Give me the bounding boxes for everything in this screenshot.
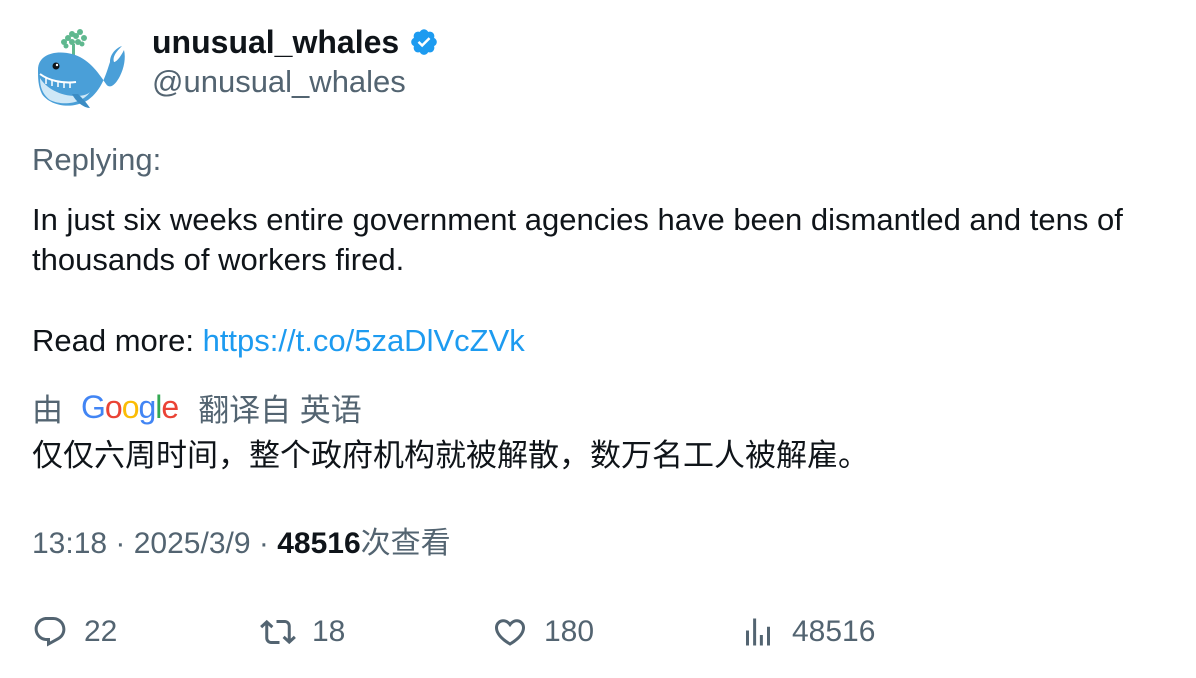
analytics-icon	[746, 618, 770, 646]
read-more-line: Read more: https://t.co/5zaDlVcZVk	[32, 321, 525, 361]
tweet-time[interactable]: 13:18	[32, 527, 107, 560]
whale-icon	[38, 29, 125, 108]
retweet-button[interactable]: 18	[260, 608, 345, 656]
tweet-card: unusual_whales @unusual_whales Replying:…	[0, 0, 1196, 678]
reply-count: 22	[84, 615, 118, 648]
display-name[interactable]: unusual_whales	[152, 22, 399, 62]
meta-separator: ·	[250, 527, 278, 560]
read-more-label: Read more:	[32, 323, 203, 358]
retweet-icon	[260, 619, 296, 645]
verified-badge-icon	[409, 27, 439, 57]
heart-icon	[494, 619, 526, 646]
like-button[interactable]: 180	[492, 608, 594, 656]
retweet-count: 18	[312, 615, 346, 648]
replying-label: Replying:	[32, 142, 162, 177]
like-count: 180	[544, 615, 595, 648]
translation-prefix: 由	[32, 392, 63, 428]
action-bar: 22 18 180 48516	[32, 608, 1172, 656]
views-count: 48516	[792, 615, 876, 648]
reply-button[interactable]: 22	[32, 608, 117, 656]
view-count-label: 次查看	[360, 527, 451, 560]
tweet-body: In just six weeks entire government agen…	[32, 202, 1123, 277]
author-name-row[interactable]: unusual_whales	[152, 22, 439, 62]
google-logo-icon: Google	[81, 388, 179, 425]
translated-text: 仅仅六周时间，整个政府机构就被解散，数万名工人被解雇。	[32, 438, 869, 473]
tweet-meta: 13:18 · 2025/3/9 · 48516次查看	[32, 524, 451, 564]
views-button[interactable]: 48516	[740, 608, 875, 656]
author-handle[interactable]: @unusual_whales	[152, 62, 406, 102]
translation-attribution[interactable]: 由 Google 翻译自 英语	[32, 386, 362, 428]
tweet-date[interactable]: 2025/3/9	[134, 527, 251, 560]
tweet-link[interactable]: https://t.co/5zaDlVcZVk	[203, 323, 525, 358]
view-count: 48516	[277, 527, 361, 560]
avatar[interactable]	[32, 24, 128, 116]
reply-icon	[34, 617, 66, 647]
translation-suffix: 翻译自 英语	[198, 392, 362, 428]
meta-separator: ·	[107, 527, 134, 560]
